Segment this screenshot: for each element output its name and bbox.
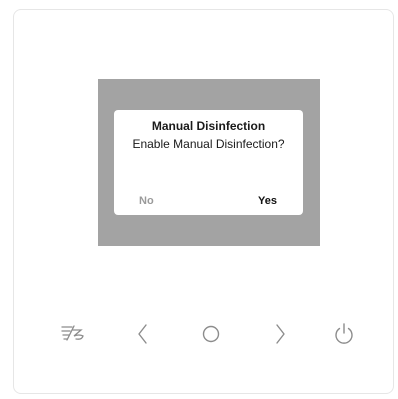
fan-speed-icon bbox=[61, 325, 84, 341]
ok-button[interactable] bbox=[196, 318, 226, 348]
power-icon bbox=[335, 323, 353, 344]
chevron-right-icon bbox=[276, 324, 285, 344]
confirm-dialog: Manual Disinfection Enable Manual Disinf… bbox=[114, 110, 303, 215]
dialog-message: Enable Manual Disinfection? bbox=[132, 137, 285, 151]
dialog-title: Manual Disinfection bbox=[151, 119, 266, 133]
yes-button[interactable]: Yes bbox=[258, 195, 277, 207]
right-button[interactable] bbox=[265, 318, 295, 348]
display-screen: Manual Disinfection Enable Manual Disinf… bbox=[98, 79, 320, 246]
circle-icon bbox=[202, 325, 220, 343]
chevron-left-icon bbox=[138, 324, 147, 344]
left-button[interactable] bbox=[128, 318, 158, 348]
power-button[interactable] bbox=[329, 318, 359, 348]
no-button[interactable]: No bbox=[139, 195, 154, 207]
fan-speed-button[interactable] bbox=[58, 318, 88, 348]
